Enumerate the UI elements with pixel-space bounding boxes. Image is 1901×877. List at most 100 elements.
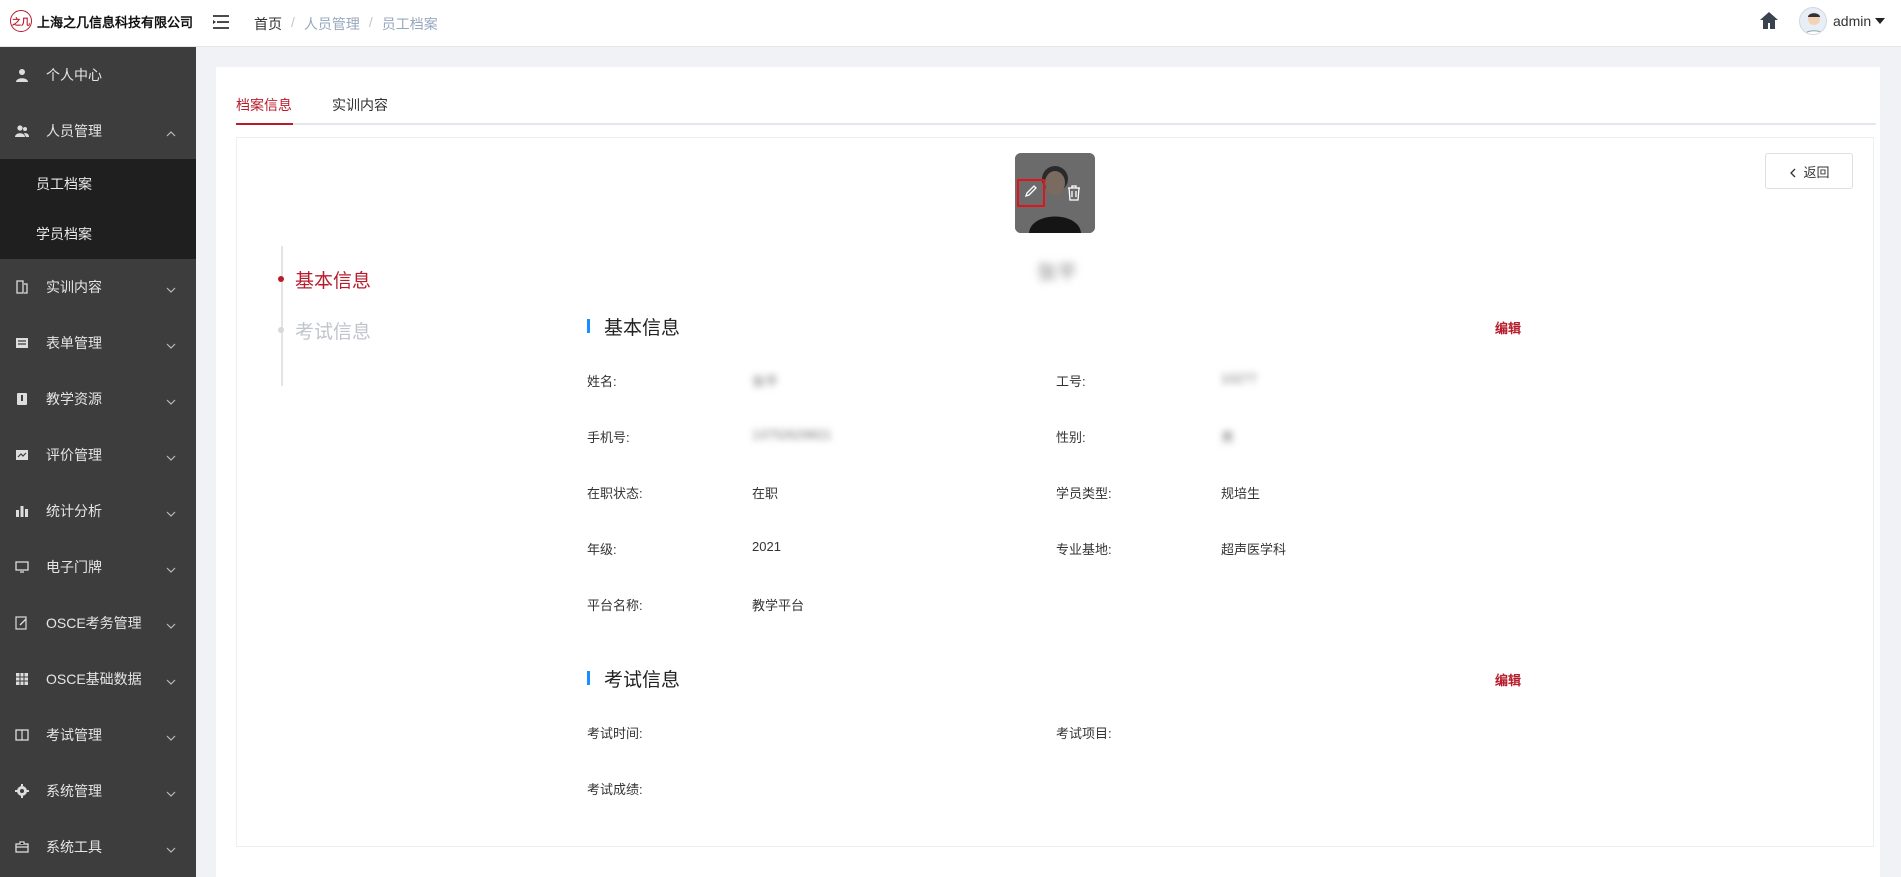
chevron-down-icon — [166, 674, 176, 685]
form-icon — [15, 336, 29, 350]
sidebar-item-label: 实训内容 — [46, 279, 102, 295]
edit-exam-info-link[interactable]: 编辑 — [1495, 670, 1521, 689]
sidebar: 个人中心 人员管理 员工档案 学员档案 实训内容 表单管理 教学资源 评价管理 … — [0, 47, 196, 877]
trash-icon[interactable] — [1065, 184, 1083, 202]
main-card: 档案信息 实训内容 返回 张平 基本信息 考试信息 基本信息 编辑 姓名: 张平… — [216, 67, 1880, 877]
sidebar-item-osce-exam-admin[interactable]: OSCE考务管理 — [0, 595, 196, 651]
sidebar-item-forms[interactable]: 表单管理 — [0, 315, 196, 371]
sidebar-item-statistics[interactable]: 统计分析 — [0, 483, 196, 539]
timeline-dot — [278, 327, 284, 333]
anchor-label: 基本信息 — [295, 271, 372, 292]
menu-toggle-icon[interactable] — [211, 12, 231, 32]
sidebar-item-system-tools[interactable]: 系统工具 — [0, 819, 196, 875]
section-title-exam: 考试信息 — [604, 670, 681, 691]
chevron-down-icon — [166, 450, 176, 461]
submenu-personnel: 员工档案 学员档案 — [0, 159, 196, 259]
section-accent-bar — [587, 319, 590, 333]
breadcrumb-home[interactable]: 首页 — [254, 14, 282, 34]
sidebar-item-label: OSCE基础数据 — [46, 671, 142, 687]
pencil-icon — [1024, 184, 1038, 203]
sidebar-item-label: 考试管理 — [46, 727, 102, 743]
breadcrumb-separator: / — [368, 14, 373, 30]
chevron-down-icon — [166, 730, 176, 741]
profile-panel: 返回 张平 基本信息 考试信息 基本信息 编辑 姓名: 张平 工号: 10277… — [236, 137, 1874, 847]
sidebar-item-exam-management[interactable]: 考试管理 — [0, 707, 196, 763]
breadcrumb-personnel[interactable]: 人员管理 — [304, 14, 360, 34]
sidebar-item-personnel[interactable]: 人员管理 — [0, 103, 196, 159]
exam-icon — [15, 728, 29, 742]
sidebar-item-personal-center[interactable]: 个人中心 — [0, 47, 196, 103]
chevron-down-icon — [166, 338, 176, 349]
profile-photo[interactable] — [1015, 153, 1095, 233]
field-value-employment-status: 在职 — [752, 486, 779, 501]
username: admin — [1833, 13, 1872, 29]
tab-active-indicator — [236, 123, 293, 125]
sidebar-item-label: 教学资源 — [46, 391, 102, 407]
book-icon — [15, 280, 29, 294]
sidebar-item-training[interactable]: 实训内容 — [0, 259, 196, 315]
user-menu[interactable]: admin — [1799, 7, 1886, 35]
field-value-name: 张平 — [752, 374, 779, 389]
tab-bar: 档案信息 实训内容 — [236, 87, 1876, 125]
field-value-staff-no: 10277 — [1221, 371, 1258, 386]
sidebar-item-label: 表单管理 — [46, 335, 102, 351]
field-value-platform-name: 教学平台 — [752, 598, 805, 613]
sidebar-item-system-management[interactable]: 系统管理 — [0, 763, 196, 819]
sidebar-item-label: 电子门牌 — [46, 559, 102, 575]
anchor-basic-info[interactable]: 基本信息 — [278, 266, 372, 293]
section-title-basic: 基本信息 — [604, 318, 681, 339]
toolbox-icon — [15, 840, 29, 854]
field-label-student-type: 学员类型: — [1056, 486, 1112, 501]
grid-icon — [15, 672, 29, 686]
resource-icon — [15, 392, 29, 406]
tab-archive-info[interactable]: 档案信息 — [236, 95, 292, 121]
sidebar-item-label: OSCE考务管理 — [46, 615, 142, 631]
field-value-phone: 13752629821 — [752, 427, 832, 442]
sidebar-item-label: 系统工具 — [46, 839, 102, 855]
sidebar-item-label: 评价管理 — [46, 447, 102, 463]
sidebar-item-osce-base-data[interactable]: OSCE基础数据 — [0, 651, 196, 707]
sidebar-item-label: 系统管理 — [46, 783, 102, 799]
breadcrumb-separator: / — [291, 14, 295, 30]
field-label-platform-name: 平台名称: — [587, 598, 643, 613]
chevron-down-icon — [166, 394, 176, 405]
chevron-up-icon — [166, 126, 176, 137]
back-button[interactable]: 返回 — [1765, 153, 1853, 189]
field-label-phone: 手机号: — [587, 430, 630, 445]
field-label-exam-item: 考试项目: — [1056, 726, 1112, 741]
sidebar-item-label: 个人中心 — [46, 67, 102, 83]
chevron-down-icon — [166, 506, 176, 517]
section-anchor-nav: 基本信息 考试信息 — [278, 246, 461, 386]
anchor-label: 考试信息 — [295, 322, 372, 343]
bar-chart-icon — [15, 504, 29, 518]
breadcrumb: 首页 / 人员管理 / 员工档案 — [254, 14, 438, 34]
tab-training-content[interactable]: 实训内容 — [332, 95, 388, 121]
field-label-name: 姓名: — [587, 374, 617, 389]
field-label-specialty-base: 专业基地: — [1056, 542, 1112, 557]
company-logo[interactable]: 之几 上海之几信息科技有限公司 — [10, 10, 193, 32]
field-value-student-type: 规培生 — [1221, 486, 1261, 501]
sidebar-subitem-student-records[interactable]: 学员档案 — [0, 209, 196, 259]
section-accent-bar — [587, 671, 590, 685]
field-label-exam-time: 考试时间: — [587, 726, 643, 741]
field-value-specialty-base: 超声医学科 — [1221, 542, 1287, 557]
anchor-exam-info[interactable]: 考试信息 — [278, 317, 372, 344]
home-icon[interactable] — [1758, 10, 1780, 32]
timeline-line — [281, 246, 283, 386]
field-value-grade: 2021 — [752, 539, 781, 554]
sidebar-item-evaluation[interactable]: 评价管理 — [0, 427, 196, 483]
breadcrumb-current: 员工档案 — [381, 16, 438, 32]
logo-mark: 之几 — [10, 10, 32, 32]
chevron-down-icon — [166, 842, 176, 853]
edit-basic-info-link[interactable]: 编辑 — [1495, 318, 1521, 337]
field-value-gender: 男 — [1221, 430, 1235, 445]
field-label-gender: 性别: — [1056, 430, 1086, 445]
sidebar-subitem-staff-records[interactable]: 员工档案 — [0, 159, 196, 209]
chevron-left-icon — [1788, 166, 1798, 178]
sidebar-item-label: 统计分析 — [46, 503, 102, 519]
chevron-down-icon — [166, 562, 176, 573]
edit-photo-button[interactable] — [1017, 179, 1045, 207]
sidebar-item-e-doorplate[interactable]: 电子门牌 — [0, 539, 196, 595]
top-header: 之几 上海之几信息科技有限公司 首页 / 人员管理 / 员工档案 admin — [0, 0, 1901, 47]
sidebar-item-teaching-resources[interactable]: 教学资源 — [0, 371, 196, 427]
